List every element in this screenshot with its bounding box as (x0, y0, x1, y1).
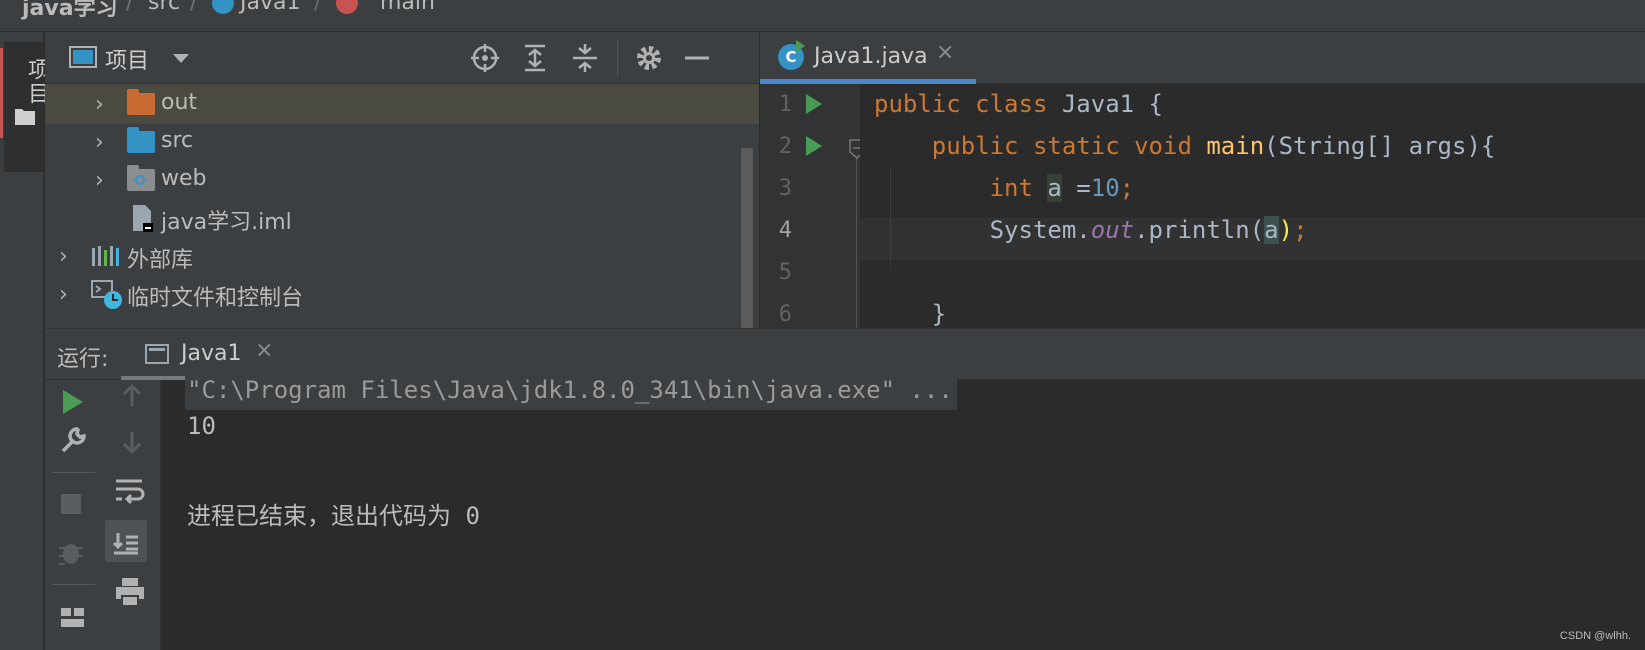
debug-icon[interactable] (57, 538, 89, 568)
iml-file-icon (133, 205, 153, 232)
breadcrumb: java学习 / src / Java1 / main (0, 0, 1645, 32)
scroll-to-end-icon (112, 533, 138, 555)
tree-item-label: src (161, 128, 194, 153)
chevron-right-icon[interactable]: › (59, 282, 79, 307)
chevron-right-icon[interactable]: › (95, 168, 115, 193)
breadcrumb-separator: / (126, 0, 134, 15)
tree-item-iml[interactable]: java学习.iml (45, 198, 759, 238)
editor-gutter: 1 2 3 4 5 6 (760, 84, 865, 328)
tree-item-src[interactable]: › src (45, 122, 759, 162)
console-icon (145, 344, 169, 364)
project-panel-title[interactable]: 项目 (105, 43, 149, 75)
line-number: 5 (778, 260, 792, 285)
tree-item-scratches[interactable]: › 临时文件和控制台 (45, 274, 759, 314)
project-tree-scrollbar[interactable] (741, 148, 753, 328)
stop-icon[interactable] (61, 494, 81, 514)
breadcrumb-project[interactable]: java学习 (22, 0, 118, 22)
expand-all-icon[interactable] (517, 40, 553, 76)
console-exit-message: 进程已结束，退出代码为 0 (187, 502, 480, 530)
minimize-icon[interactable] (679, 40, 715, 76)
scratches-icon (91, 280, 122, 309)
line-number: 1 (778, 92, 792, 117)
locate-icon[interactable] (467, 40, 503, 76)
watermark: CSDN @wlhh. (1559, 630, 1631, 642)
console-output[interactable]: "C:\Program Files\Java\jdk1.8.0_341\bin\… (161, 372, 1645, 650)
chevron-down-icon[interactable] (173, 54, 189, 63)
code-line-1: public class Java1 { (874, 90, 1164, 118)
editor-tab-bar: C Java1.java × (760, 32, 1645, 84)
rerun-icon[interactable] (63, 390, 83, 414)
print-icon[interactable] (113, 576, 147, 608)
soft-wrap-icon[interactable] (113, 476, 147, 506)
project-panel-header: 项目 (45, 32, 759, 84)
chevron-right-icon[interactable]: › (95, 130, 115, 155)
arrow-down-icon[interactable] (117, 428, 147, 458)
tree-item-label: java学习.iml (161, 210, 292, 235)
project-tree: › out › src › web java学习.iml › 外部库 › 临时文… (45, 84, 759, 328)
library-icon (92, 246, 119, 266)
tree-item-out[interactable]: › out (45, 84, 759, 124)
chevron-right-icon[interactable]: › (95, 92, 115, 117)
line-number: 4 (778, 218, 792, 243)
run-toolbar-primary (45, 380, 103, 650)
run-panel-label: 运行: (57, 347, 109, 372)
method-icon (336, 0, 358, 14)
folder-blue-icon (127, 127, 155, 153)
run-main-icon[interactable] (806, 136, 822, 156)
line-number: 6 (778, 302, 792, 327)
run-toolbar-secondary (103, 380, 161, 650)
toolbar-divider (53, 584, 95, 585)
arrow-up-icon[interactable] (117, 380, 147, 410)
close-icon[interactable]: × (255, 338, 273, 363)
run-tab-label: Java1 (181, 341, 242, 366)
folder-web-icon (127, 165, 155, 191)
tree-item-label: out (161, 90, 198, 115)
console-output-line: 10 (187, 412, 216, 440)
folder-orange-icon (127, 89, 155, 115)
project-tool-button[interactable]: 项目 (4, 42, 49, 172)
code-editor[interactable]: public class Java1 { public static void … (860, 84, 1645, 328)
close-icon[interactable]: × (936, 40, 954, 65)
tree-item-external-libraries[interactable]: › 外部库 (45, 236, 759, 276)
breadcrumb-separator: / (314, 0, 322, 15)
layout-icon[interactable] (59, 604, 87, 630)
run-class-icon[interactable] (806, 94, 822, 114)
tree-item-label: 临时文件和控制台 (127, 286, 304, 311)
breadcrumb-folder[interactable]: src (148, 0, 180, 15)
scroll-to-end-button[interactable] (105, 520, 147, 562)
tree-item-web[interactable]: › web (45, 160, 759, 200)
chevron-right-icon[interactable]: › (59, 244, 79, 269)
line-number: 3 (778, 176, 792, 201)
toolbar-divider (53, 472, 95, 473)
wrench-icon[interactable] (57, 424, 89, 456)
gear-icon[interactable] (631, 40, 667, 76)
project-view-icon (69, 46, 97, 68)
code-line-2: public static void main(String[] args){ (931, 132, 1496, 160)
collapse-all-icon[interactable] (567, 40, 603, 76)
red-marker (0, 48, 3, 138)
code-line-4: System.out.println(a); (989, 216, 1308, 244)
left-tool-strip: 项目 (0, 32, 49, 650)
toolbar-divider (617, 40, 618, 76)
tree-item-label: 外部库 (127, 248, 194, 273)
run-badge-icon (796, 40, 805, 52)
code-line-6: } (931, 300, 947, 328)
tree-item-label: web (161, 166, 207, 191)
console-command-line: "C:\Program Files\Java\jdk1.8.0_341\bin\… (185, 372, 957, 410)
fold-line (856, 152, 857, 328)
line-number: 2 (778, 134, 792, 159)
folder-icon (15, 109, 35, 125)
tab-java1-java[interactable]: C Java1.java × (760, 32, 976, 84)
breadcrumb-separator: / (190, 0, 198, 15)
tab-label: Java1.java (814, 44, 928, 69)
class-icon (212, 0, 234, 14)
breadcrumb-class[interactable]: Java1 (240, 0, 300, 15)
breadcrumb-method[interactable]: main (380, 0, 435, 15)
code-line-3: int a =10; (989, 174, 1135, 202)
